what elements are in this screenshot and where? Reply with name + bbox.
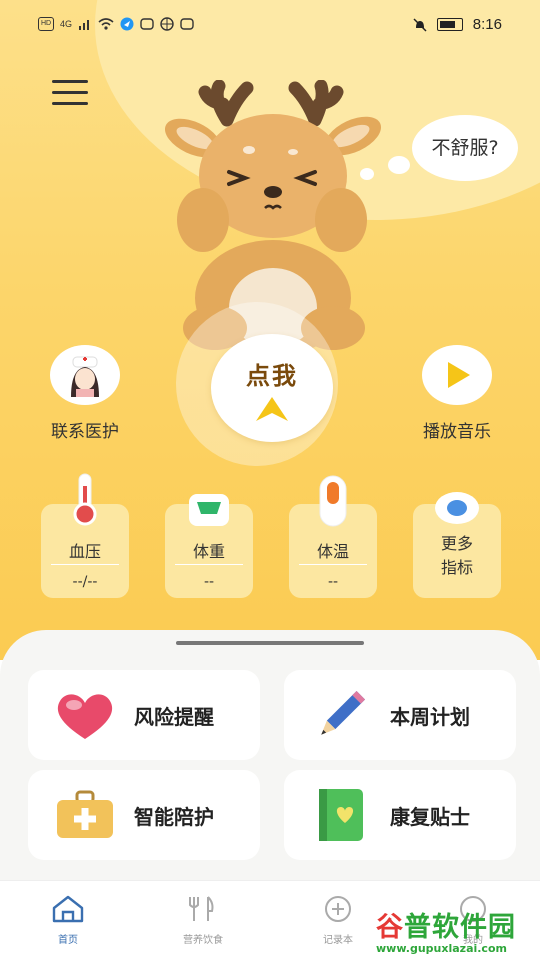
clock: 8:16 [472, 16, 502, 33]
wifi-icon [98, 18, 114, 30]
app-icon-3 [180, 18, 194, 30]
thought-bubble: 不舒服? [412, 115, 518, 181]
home-icon [52, 895, 84, 923]
watermark-title-a: 谷 [376, 912, 404, 943]
metric-value: -- [327, 574, 339, 590]
status-icons-left: HD 4G [38, 17, 194, 31]
pencil-icon [306, 680, 376, 750]
play-music-button[interactable]: 播放音乐 [412, 345, 502, 442]
tap-me-label: 点我 [246, 362, 298, 390]
metric-card-temperature[interactable]: 体温 -- [289, 475, 377, 598]
play-icon [422, 345, 492, 405]
tab-nutrition-label: 营养饮食 [183, 935, 223, 946]
rehab-tips-card[interactable]: 康复贴士 [284, 770, 516, 860]
status-bar: HD 4G 8:16 [0, 0, 540, 54]
bell-muted-icon [413, 17, 427, 32]
play-music-label: 播放音乐 [423, 422, 491, 442]
signal-bars-icon [79, 20, 90, 30]
metric-card-weight[interactable]: 体重 -- [165, 494, 253, 598]
risk-alert-card[interactable]: 风险提醒 [28, 670, 260, 760]
heart-icon [50, 680, 120, 750]
metric-value: --/-- [72, 574, 98, 590]
weekly-plan-label: 本周计划 [390, 704, 470, 729]
metric-label: 血压 [68, 542, 101, 561]
tab-home-label: 首页 [58, 935, 78, 946]
metric-card-blood-pressure[interactable]: 血压 --/-- [41, 473, 129, 598]
more-metrics-line2: 指标 [440, 558, 473, 577]
tab-records[interactable]: 记录本 [298, 895, 378, 946]
contact-care-label: 联系医护 [51, 422, 119, 442]
watermark-title-b: 普软件园 [404, 912, 516, 943]
thought-bubble-dot [388, 156, 410, 174]
thought-bubble-text: 不舒服? [431, 137, 499, 159]
smart-care-label: 智能陪护 [134, 804, 214, 829]
smart-care-card[interactable]: 智能陪护 [28, 770, 260, 860]
metric-label: 体温 [316, 542, 349, 561]
metric-label: 体重 [192, 542, 225, 561]
site-watermark: 谷普软件园 www.gupuxlazai.com [376, 905, 536, 960]
arrow-up-icon [256, 397, 288, 421]
signal-4g-icon: 4G [60, 19, 73, 29]
thought-bubble-dot-small [360, 168, 374, 180]
menu-icon[interactable] [52, 80, 88, 108]
divider [175, 564, 243, 565]
status-icons-right: 8:16 [413, 16, 502, 33]
app-icon-2 [160, 17, 174, 31]
tap-me-button[interactable]: 点我 [211, 334, 333, 442]
divider [51, 564, 119, 565]
tab-home[interactable]: 首页 [28, 895, 108, 946]
nurse-icon [50, 345, 120, 405]
hd-icon: HD [38, 17, 54, 31]
watermark-title: 谷普软件园 [376, 905, 536, 944]
tab-nutrition[interactable]: 营养饮食 [163, 895, 243, 946]
app-icon-1 [140, 18, 154, 30]
battery-icon [436, 18, 463, 31]
book-icon [306, 780, 376, 850]
metric-value: -- [203, 574, 215, 590]
fork-knife-icon [189, 896, 214, 921]
sheet-handle[interactable] [176, 641, 364, 645]
more-metrics-line1: 更多 [440, 534, 473, 553]
scale-icon [189, 494, 229, 526]
metric-card-more[interactable]: 更多 指标 [413, 492, 501, 598]
location-icon [120, 17, 134, 31]
temperature-icon [319, 475, 347, 527]
risk-alert-label: 风险提醒 [134, 704, 214, 729]
divider [299, 564, 367, 565]
more-indicators-icon [435, 492, 479, 524]
thermometer-icon [73, 473, 97, 526]
tab-records-label: 记录本 [323, 935, 353, 946]
weekly-plan-card[interactable]: 本周计划 [284, 670, 516, 760]
first-aid-kit-icon [50, 780, 120, 850]
rehab-tips-label: 康复贴士 [390, 804, 470, 829]
contact-care-button[interactable]: 联系医护 [40, 345, 130, 442]
add-record-icon [325, 896, 351, 922]
